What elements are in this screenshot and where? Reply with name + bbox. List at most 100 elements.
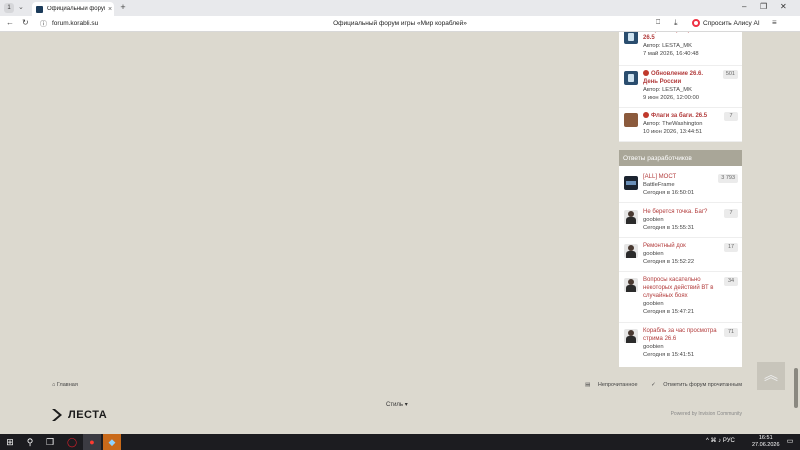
lesta-logo[interactable]: ЛЕСТА [51, 408, 107, 422]
list-item[interactable]: Флаги за баги. 26.5 Автор: TheWashington… [619, 108, 742, 142]
site-favicon-icon [36, 5, 43, 13]
topic-date: Сегодня в 15:47:21 [643, 309, 695, 315]
home-icon: ⌂ [52, 382, 56, 388]
maximize-icon[interactable]: ❐ [760, 2, 767, 11]
check-icon: ✓ [651, 382, 656, 388]
topic-title[interactable]: Получите [ДАННЫЕ] за просмотр стримов 26… [643, 32, 719, 42]
unread-icon: ▤ [585, 382, 591, 388]
page-content: Получите [ДАННЫЕ] за просмотр стримов 26… [0, 32, 800, 434]
footer-actions: ▤ Непрочитанное ✓ Отметить форум прочита… [573, 382, 742, 388]
opera-icon[interactable]: ◯ [66, 436, 78, 448]
avatar [624, 278, 638, 292]
home-link[interactable]: Главная [57, 382, 78, 388]
clock-time: 16:51 [758, 435, 773, 441]
tab-title: Официальный форум [47, 6, 105, 12]
reply-count-badge: 17 [724, 243, 738, 252]
topic-date: Сегодня в 15:52:22 [643, 259, 695, 265]
topic-author: Автор: TheWashington [643, 121, 703, 127]
page-title: Официальный форум игры «Мир кораблей» [333, 20, 467, 27]
close-tab-icon[interactable]: × [108, 6, 112, 13]
dev-answers-panel: Ответы разработчиков [ALL] МОСТ BattleFr… [619, 150, 742, 367]
topic-date: Сегодня в 16:50:01 [643, 190, 695, 196]
network-icon[interactable]: ⌘ [711, 438, 717, 444]
list-item[interactable]: Обновление 26.6. День России Автор: LEST… [619, 66, 742, 108]
pin-icon [643, 112, 649, 118]
topic-title[interactable]: Не берется точка. Баг? [643, 208, 719, 216]
scrollbar-thumb[interactable] [794, 368, 798, 408]
mark-read-link[interactable]: ✓ Отметить форум прочитанным [645, 382, 742, 388]
topic-title[interactable]: [ALL] МОСТ [643, 173, 719, 181]
topic-title[interactable]: Вопросы касательно некоторых действий ВТ… [643, 276, 719, 300]
topic-date: 10 июн 2026, 13:44:51 [643, 129, 703, 135]
powered-by-link[interactable]: Powered by Invision Community [671, 411, 742, 417]
topic-author[interactable]: goobien [643, 300, 719, 308]
alice-icon [692, 19, 700, 27]
reply-count-badge: 7 [724, 209, 738, 218]
list-item[interactable]: Получите [ДАННЫЕ] за просмотр стримов 26… [619, 32, 742, 66]
style-selector[interactable]: Стиль ▾ [386, 401, 408, 408]
close-window-icon[interactable]: ✕ [780, 2, 787, 11]
topic-author[interactable]: goobien [643, 216, 719, 224]
system-tray[interactable]: ^ ⌘ ♪ РУС [706, 437, 735, 444]
system-clock[interactable]: 16:51 27.06.2026 [752, 435, 780, 449]
logo-text: ЛЕСТА [68, 409, 108, 421]
avatar [624, 32, 638, 44]
scroll-to-top-button[interactable]: ︽ [757, 362, 785, 390]
avatar [624, 113, 638, 127]
reply-count-badge: 3 793 [718, 174, 738, 183]
topic-author[interactable]: goobien [643, 343, 719, 351]
reply-count-badge: 501 [722, 70, 738, 79]
reply-count-badge: 71 [724, 328, 738, 337]
topic-date: Сегодня в 15:55:31 [643, 225, 695, 231]
ask-alice-button[interactable]: Спросить Алису AI [692, 19, 760, 27]
list-item[interactable]: Вопросы касательно некоторых действий ВТ… [619, 272, 742, 323]
breadcrumb[interactable]: ⌂ Главная [52, 382, 78, 388]
topic-author: Автор: LESTA_MK [643, 87, 692, 93]
list-item[interactable]: [ALL] МОСТ BattleFrame Сегодня в 16:50:0… [619, 170, 742, 203]
caret-down-icon: ▾ [404, 402, 408, 408]
avatar [624, 210, 638, 224]
minimize-icon[interactable]: – [742, 2, 746, 11]
pin-icon [643, 70, 649, 76]
topic-title[interactable]: Флаги за баги. 26.5 [643, 112, 719, 120]
taskbar: ⊞ ⚲ ❒ ◯ ● ◆ ^ ⌘ ♪ РУС 16:51 27.06.2026 ▭ [0, 434, 800, 450]
topic-title[interactable]: Обновление 26.6. День России [643, 70, 719, 86]
new-tab-button[interactable]: + [117, 2, 129, 14]
bookmark-icon[interactable]: ⎕ [656, 19, 660, 27]
avatar [624, 176, 638, 190]
tab-strip: 1 ⌄ Официальный форум × + – ❐ ✕ [0, 0, 800, 16]
active-tab[interactable]: Официальный форум × [32, 2, 114, 16]
yandex-browser-icon[interactable]: ● [86, 436, 98, 448]
topic-title[interactable]: Корабль за час просмотра стрима 26.6 [643, 327, 719, 343]
task-view-icon[interactable]: ❒ [44, 436, 56, 448]
topic-date: 7 май 2026, 16:40:48 [643, 51, 699, 57]
panel-header: Ответы разработчиков [619, 150, 742, 166]
avatar [624, 244, 638, 258]
windows-start-icon[interactable]: ⊞ [4, 436, 16, 448]
topic-author[interactable]: goobien [643, 250, 719, 258]
tray-chevron-icon[interactable]: ^ [706, 438, 709, 444]
reply-count-badge: 34 [724, 277, 738, 286]
avatar [624, 329, 638, 343]
top-topics-panel: Получите [ДАННЫЕ] за просмотр стримов 26… [619, 32, 742, 142]
topic-title[interactable]: Ремонтный док [643, 242, 719, 250]
topic-author[interactable]: BattleFrame [643, 181, 719, 189]
topic-date: 9 июн 2026, 12:00:00 [643, 95, 699, 101]
list-item[interactable]: Корабль за час просмотра стрима 26.6 goo… [619, 323, 742, 365]
download-icon[interactable]: ⤓ [674, 18, 678, 28]
notification-icon[interactable]: ▭ [784, 436, 796, 448]
reply-count-badge: 7 [724, 112, 738, 121]
clock-date: 27.06.2026 [752, 442, 780, 448]
list-item[interactable]: Ремонтный док goobien Сегодня в 15:52:22… [619, 238, 742, 272]
volume-icon[interactable]: ♪ [718, 438, 721, 444]
alice-label: Спросить Алису AI [703, 19, 760, 27]
game-center-icon[interactable]: ◆ [106, 436, 118, 448]
tab-count-button[interactable]: 1 [4, 3, 14, 13]
search-icon[interactable]: ⚲ [24, 436, 36, 448]
tab-list-chevron-icon[interactable]: ⌄ [18, 3, 24, 11]
language-indicator[interactable]: РУС [723, 438, 735, 444]
list-item[interactable]: Не берется точка. Баг? goobien Сегодня в… [619, 204, 742, 238]
menu-icon[interactable]: ≡ [772, 18, 777, 27]
topic-date: Сегодня в 15:41:51 [643, 352, 695, 358]
unread-link[interactable]: ▤ Непрочитанное [579, 382, 637, 388]
